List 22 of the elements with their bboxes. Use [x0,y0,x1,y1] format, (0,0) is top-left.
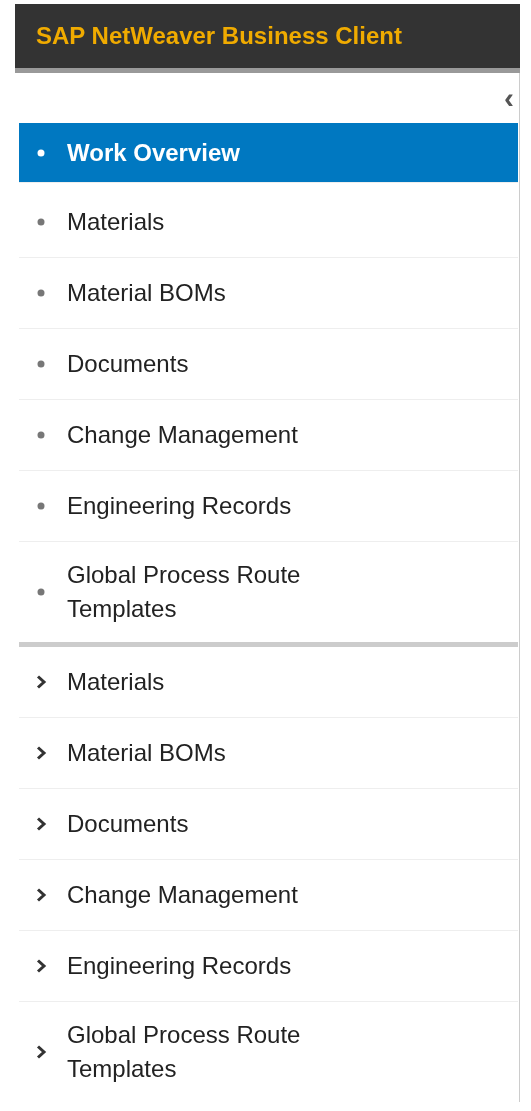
navigation-group[interactable]: Materials [19,647,518,718]
bullet-icon [37,148,45,157]
navigation-item[interactable]: Change Management [19,400,518,471]
navigation-item[interactable]: Global Process Route Templates [19,542,518,642]
bullet-icon [37,431,45,439]
navigation-item[interactable]: Materials [19,187,518,258]
navigation-item[interactable]: Material BOMs [19,258,518,329]
navigation-item[interactable]: Documents [19,329,518,400]
navigation-group[interactable]: Global Process Route Templates [19,1002,518,1102]
navigation-group[interactable]: Engineering Records [19,931,518,1002]
navigation-item[interactable]: Engineering Records [19,471,518,542]
navigation-group[interactable]: Change Management [19,860,518,931]
bullet-icon [37,218,45,226]
navigation-group[interactable]: Documents [19,789,518,860]
app-title: SAP NetWeaver Business Client [36,22,402,50]
bullet-icon [37,360,45,368]
navigation-item[interactable]: Work Overview [19,123,518,183]
bullet-icon [37,289,45,297]
bullet-icon [37,502,45,510]
collapse-button[interactable]: ‹ [500,83,518,113]
navigation-group[interactable]: Material BOMs [19,718,518,789]
bullet-icon [37,588,45,596]
